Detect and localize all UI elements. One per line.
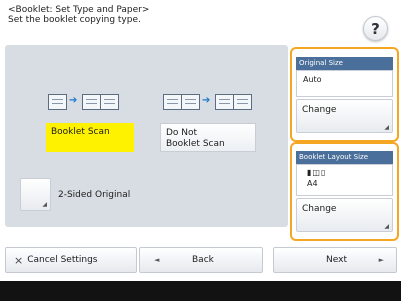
back-button[interactable]: ◄ Back bbox=[139, 247, 263, 273]
do-not-booklet-scan-button[interactable]: Do Not Booklet Scan bbox=[160, 123, 256, 152]
original-size-change-label: Change bbox=[302, 105, 337, 115]
paper-orientation-icons: ▮◫▯ bbox=[307, 168, 327, 177]
back-arrow-icon: ◄ bbox=[154, 256, 160, 264]
cancel-settings-label: Cancel Settings bbox=[27, 255, 98, 265]
booklet-layout-size-value: A4 bbox=[307, 179, 318, 188]
booklet-scan-button[interactable]: Booklet Scan bbox=[46, 123, 134, 152]
cancel-settings-button[interactable]: × Cancel Settings bbox=[5, 247, 137, 273]
booklet-layout-size-heading: Booklet Layout Size bbox=[296, 151, 393, 164]
booklet-layout-size-change-label: Change bbox=[302, 204, 337, 214]
next-button[interactable]: Next ► bbox=[273, 247, 397, 273]
original-size-value-box: Auto bbox=[296, 70, 393, 97]
booklet-scan-illustration-icon: ➔ bbox=[48, 93, 128, 113]
back-label: Back bbox=[192, 255, 214, 265]
bottom-status-bar bbox=[0, 281, 401, 301]
no-booklet-scan-illustration-icon: ➔ bbox=[163, 93, 263, 113]
two-sided-original-label: 2-Sided Original bbox=[58, 190, 131, 200]
original-size-value: Auto bbox=[303, 75, 322, 84]
original-size-group: Original Size Auto Change ◢ bbox=[290, 47, 399, 142]
corner-arrow-icon: ◢ bbox=[42, 201, 47, 208]
booklet-scan-label: Booklet Scan bbox=[51, 127, 110, 137]
next-label: Next bbox=[326, 255, 347, 265]
do-not-booklet-scan-label-line1: Do Not bbox=[166, 128, 198, 138]
original-size-heading: Original Size bbox=[296, 57, 393, 70]
corner-arrow-icon: ◢ bbox=[384, 124, 389, 131]
close-icon: × bbox=[14, 253, 24, 267]
booklet-layout-size-value-box: ▮◫▯ A4 bbox=[296, 164, 393, 196]
two-sided-original-button[interactable]: ◢ bbox=[20, 178, 51, 211]
help-button[interactable]: ? bbox=[363, 16, 388, 41]
booklet-layout-size-group: Booklet Layout Size ▮◫▯ A4 Change ◢ bbox=[290, 142, 399, 241]
booklet-layout-size-change-button[interactable]: Change ◢ bbox=[296, 198, 393, 232]
do-not-booklet-scan-label-line2: Booklet Scan bbox=[166, 139, 225, 149]
screen-instruction: Set the booklet copying type. bbox=[8, 15, 141, 25]
corner-arrow-icon: ◢ bbox=[384, 223, 389, 230]
original-size-change-button[interactable]: Change ◢ bbox=[296, 99, 393, 133]
help-icon: ? bbox=[371, 19, 380, 38]
next-arrow-icon: ► bbox=[378, 256, 384, 264]
